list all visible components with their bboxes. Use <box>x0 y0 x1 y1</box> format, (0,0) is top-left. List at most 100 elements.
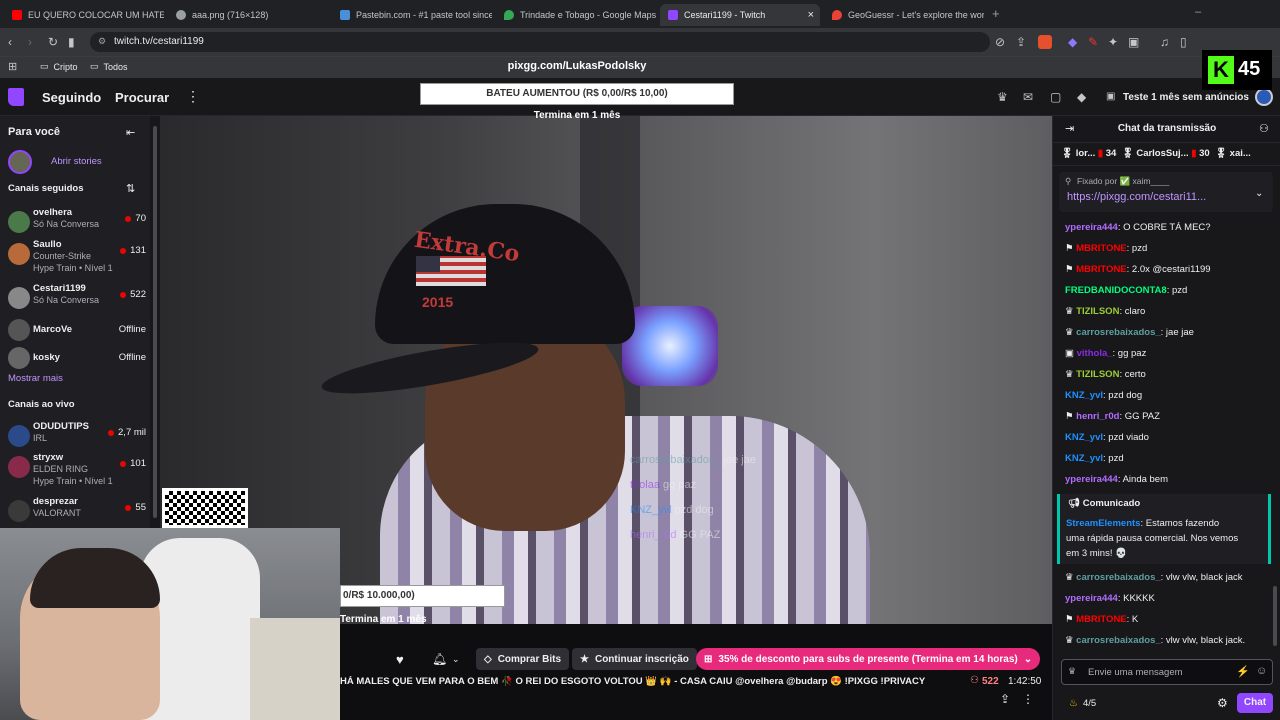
live-channels-heading: Canais ao vivo <box>8 399 75 410</box>
chat-scrollbar[interactable] <box>1273 586 1277 646</box>
bookmark-icon[interactable]: ▮ <box>68 36 75 48</box>
media-icon[interactable]: ♫ <box>1160 36 1169 48</box>
sort-icon[interactable]: ⇅ <box>126 182 135 195</box>
extension-icon[interactable]: ◆ <box>1068 36 1077 48</box>
gaming-chair-light <box>622 306 718 386</box>
heart-icon[interactable]: ♥ <box>396 652 404 667</box>
pinned-link[interactable]: https://pixgg.com/cestari11... <box>1067 191 1206 203</box>
collapse-sidebar-icon[interactable]: ⇤ <box>126 126 135 139</box>
nav-following[interactable]: Seguindo <box>42 90 101 105</box>
badge-icon: ♛ <box>1065 327 1077 338</box>
apps-icon[interactable]: ⊞ <box>8 61 17 73</box>
notification-bell-icon[interactable]: 🔔︎ <box>432 652 447 666</box>
brave-shield-icon[interactable] <box>1038 35 1052 49</box>
pastebin-icon <box>340 10 350 20</box>
bookmark-folder[interactable]: ▭ Cripto <box>40 61 78 72</box>
crown-icon[interactable]: ♛ <box>997 91 1008 103</box>
whispers-icon[interactable]: ▢ <box>1050 91 1061 103</box>
puzzle-icon[interactable]: ✦ <box>1108 36 1118 48</box>
followed-channel[interactable]: Cestari1199 Só Na Conversa 522 <box>8 283 152 323</box>
open-stories-link[interactable]: Abrir stories <box>51 156 102 167</box>
followed-channel[interactable]: Saullo Counter-Strike Hype Train • Nível 1… <box>8 239 152 279</box>
community-icon[interactable]: ⚇ <box>1259 122 1269 135</box>
gift-sub-promo-button[interactable]: ⊞ 35% de desconto para subs de presente (… <box>696 648 1041 670</box>
ad-free-promo[interactable]: Teste 1 mês sem anúncios <box>1123 92 1249 103</box>
badge-icon: ⚑ <box>1065 614 1077 625</box>
back-icon[interactable]: ‹ <box>8 36 12 48</box>
browser-tab[interactable]: EU QUERO COLOCAR UM HATER DO <box>4 4 164 26</box>
bits-icon[interactable]: ◆ <box>1077 91 1086 103</box>
goal2-end-label: Termina em 1 mês <box>340 614 427 624</box>
browser-tab[interactable]: Trindade e Tobago - Google Maps <box>496 4 656 26</box>
forward-icon[interactable]: › <box>28 36 32 48</box>
channel-points-icon[interactable]: ♨ <box>1069 698 1078 709</box>
channel-avatar <box>8 500 30 522</box>
channel-avatar <box>8 347 30 369</box>
channel-avatar <box>8 211 30 233</box>
emote-picker-icon[interactable]: ☺ <box>1256 665 1267 677</box>
chat-title: Chat da transmissão <box>1117 123 1217 134</box>
send-chat-button[interactable]: Chat <box>1237 693 1273 713</box>
site-info-icon[interactable]: ⚙ <box>98 36 106 47</box>
buy-bits-button[interactable]: ◇ Comprar Bits <box>476 648 570 670</box>
chat-message: ypereira444: O COBRE TÁ MEC? <box>1065 222 1211 233</box>
pin-icon: ⚲ <box>1065 176 1072 186</box>
chat-settings-icon[interactable]: ⚙ <box>1217 696 1228 710</box>
share-icon[interactable]: ⇪ <box>1000 692 1010 706</box>
reload-icon[interactable]: ↻ <box>48 36 58 48</box>
tab-search-icon[interactable]: ▣ <box>1128 36 1139 48</box>
bits-cheer-icon[interactable]: ⚡ <box>1236 665 1250 678</box>
sidebar-icon[interactable]: ▯ <box>1180 36 1187 48</box>
eye-off-icon[interactable]: ⊘ <box>995 36 1005 48</box>
top-gifter[interactable]: lor... <box>1076 148 1096 159</box>
minimize-icon[interactable]: – <box>1195 6 1201 18</box>
twitch-logo-icon[interactable] <box>8 88 24 106</box>
globe-icon <box>176 10 186 20</box>
badge-icon: ⚑ <box>1065 243 1077 254</box>
new-tab-icon[interactable]: + <box>992 6 1000 21</box>
stories-avatar[interactable] <box>8 150 32 174</box>
share-icon[interactable]: ⇪ <box>1016 36 1026 48</box>
browser-tab[interactable]: aaa.png (716×128) <box>168 4 328 26</box>
chat-panel: ⇥ Chat da transmissão ⚇ 🎖︎ lor... ▮ 34 🎖… <box>1052 116 1280 720</box>
live-dot-icon <box>120 291 127 298</box>
chevron-down-icon[interactable]: ⌄ <box>1255 188 1263 199</box>
browser-tab[interactable]: Pastebin.com - #1 paste tool since 2 <box>332 4 492 26</box>
nav-browse[interactable]: Procurar <box>115 90 169 105</box>
live-dot-icon <box>108 429 115 436</box>
browser-tab[interactable]: GeoGuessr - Let's explore the world! <box>824 4 984 26</box>
live-channel[interactable]: stryxw ELDEN RING Hype Train • Nível 1 101 <box>8 452 152 492</box>
show-more-link[interactable]: Mostrar mais <box>8 373 63 384</box>
chevron-down-icon[interactable]: ⌄ <box>452 654 460 665</box>
pinned-message[interactable]: ⚲ Fixado por ✅ xaim____ https://pixgg.co… <box>1059 172 1273 212</box>
top-gifter[interactable]: CarlosSuj... <box>1136 148 1188 159</box>
more-options-icon[interactable]: ⋮ <box>1022 692 1034 706</box>
webcam-bed <box>250 618 340 720</box>
user-avatar[interactable] <box>1255 88 1273 106</box>
browser-tab-bar: EU QUERO COLOCAR UM HATER DO aaa.png (71… <box>0 0 1280 28</box>
badge-icon: ♛ <box>1065 369 1077 380</box>
browser-tab-active[interactable]: Cestari1199 - Twitch × <box>660 4 820 26</box>
chat-input[interactable]: ♛ Envie uma mensagem ⚡ ☺ <box>1061 659 1273 685</box>
continue-sub-button[interactable]: ★ Continuar inscrição <box>572 648 697 670</box>
url-field[interactable]: ⚙ twitch.tv/cestari1199 <box>90 32 990 52</box>
followed-channel[interactable]: kosky Offline <box>8 347 152 373</box>
ad-free-icon: ▣ <box>1106 91 1116 102</box>
badge-icon: ♛ <box>1065 306 1077 317</box>
donation-goal-bar: BATEU AUMENTOU (R$ 0,00/R$ 10,00) <box>420 83 734 105</box>
sidebar-scrollbar[interactable] <box>150 116 160 528</box>
chat-message: ♛ carrosrebaixados_: jae jae <box>1065 327 1194 338</box>
badge-icon: ▣ <box>1065 348 1077 359</box>
channel-avatar <box>8 287 30 309</box>
followed-channel[interactable]: MarcoVe Offline <box>8 319 152 345</box>
close-tab-icon[interactable]: × <box>808 9 814 21</box>
bookmark-folder[interactable]: ▭ Todos <box>90 61 128 72</box>
more-menu-icon[interactable]: ⋮ <box>186 88 200 105</box>
announcement-user[interactable]: StreamElements <box>1066 518 1140 529</box>
live-dot-icon <box>125 504 132 511</box>
top-gifter[interactable]: xai... <box>1230 148 1251 159</box>
pix-link-overlay: pixgg.com/LukasPodolsky <box>507 60 647 72</box>
inbox-icon[interactable]: ✉ <box>1023 91 1033 103</box>
extension-icon[interactable]: ✎ <box>1088 36 1098 48</box>
cap-flag-patch <box>416 256 486 286</box>
